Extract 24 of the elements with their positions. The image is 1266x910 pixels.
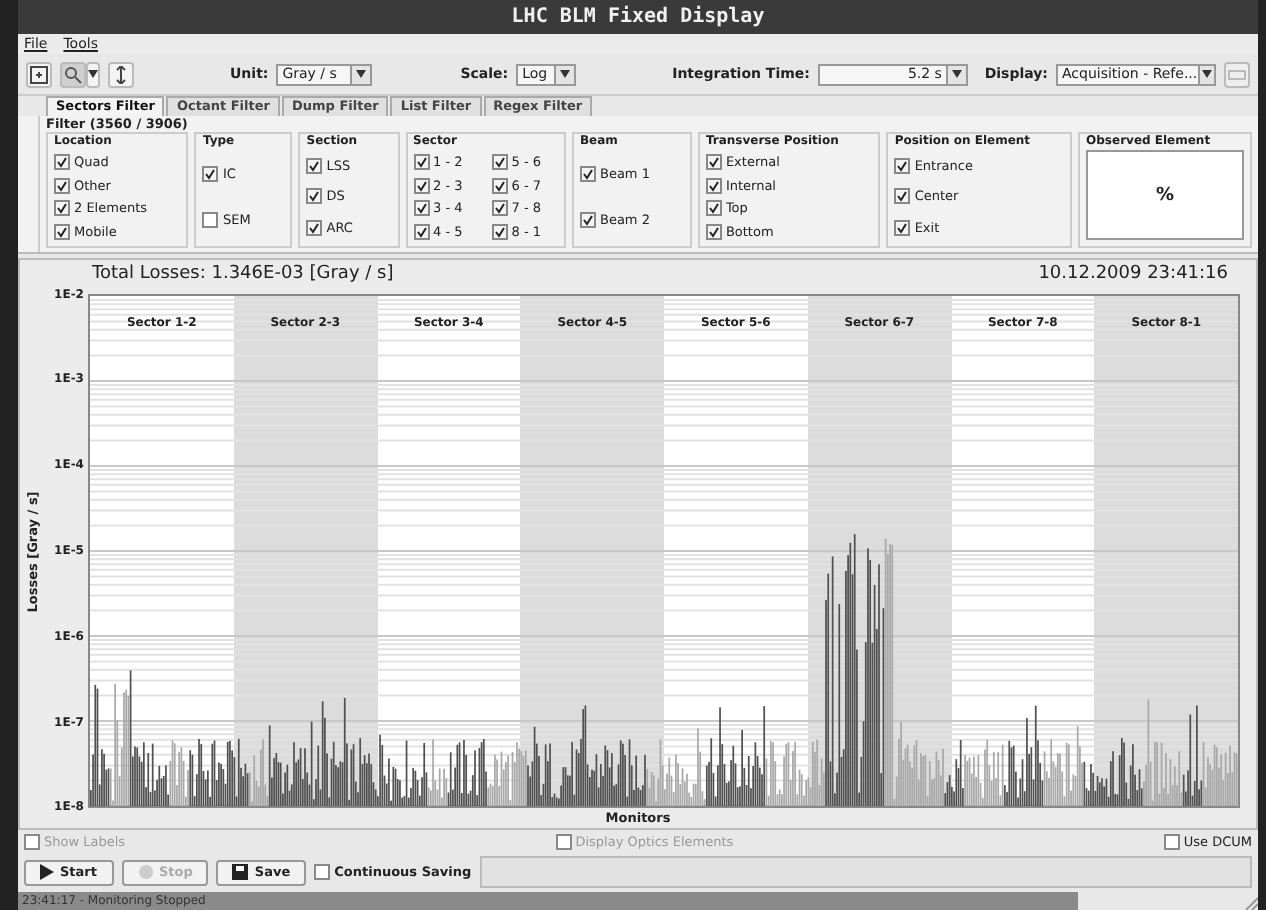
fit-icon[interactable]: [26, 61, 52, 87]
observed-element-field[interactable]: %: [1086, 150, 1245, 240]
check-icon: [896, 159, 909, 172]
caret-icon: [951, 70, 962, 78]
check-icon: [581, 167, 594, 180]
caret-icon[interactable]: [86, 61, 100, 87]
check-icon: [896, 222, 909, 235]
check-icon: [896, 190, 909, 203]
stop-icon: [137, 864, 153, 880]
check-icon: [204, 167, 217, 180]
caret-icon: [560, 70, 571, 78]
caret-icon: [356, 70, 367, 78]
check-icon: [308, 190, 321, 203]
timestamp: 10.12.2009 23:41:16: [1038, 264, 1228, 284]
save-path-field[interactable]: [479, 856, 1252, 888]
zoom-icon[interactable]: [60, 61, 86, 87]
check-icon: [581, 214, 594, 227]
window-title: LHC BLM Fixed Display: [511, 6, 765, 28]
caret-icon: [1201, 70, 1212, 78]
total-losses: Total Losses: 1.346E-03 [Gray / s]: [92, 264, 394, 284]
check-icon: [308, 159, 321, 172]
resize-grip-icon[interactable]: [1244, 896, 1258, 910]
play-icon: [40, 864, 54, 880]
check-icon: [308, 222, 321, 235]
